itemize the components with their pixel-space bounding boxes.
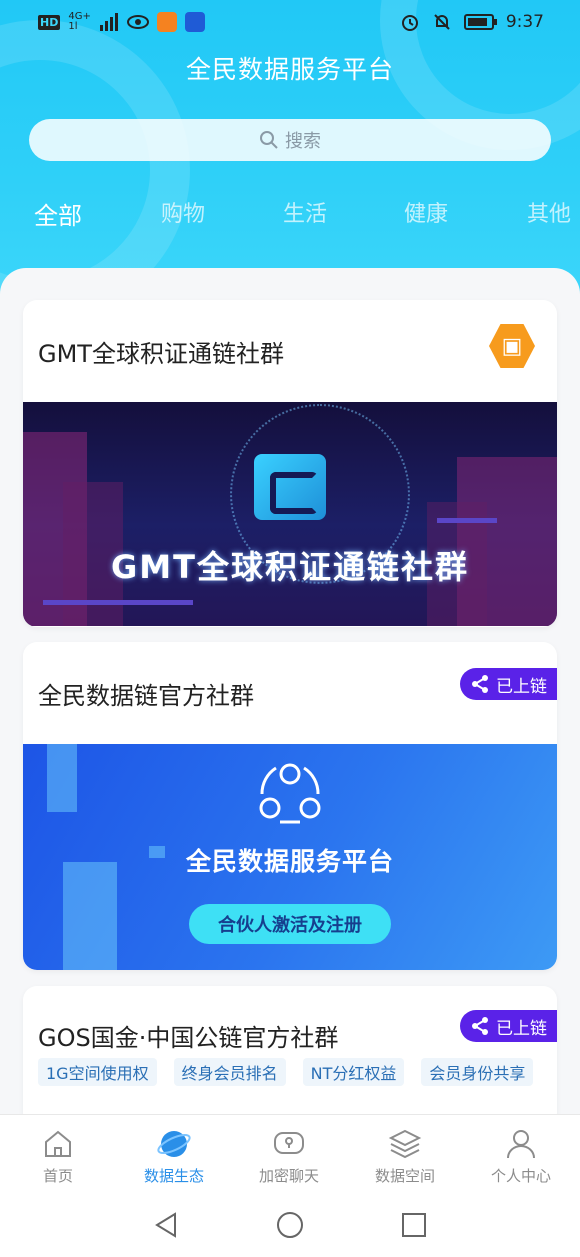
nav-label: 首页 xyxy=(42,1167,73,1185)
card-title: 全民数据链官方社群 xyxy=(38,682,254,710)
recents-icon[interactable] xyxy=(399,1210,429,1240)
partner-register-button[interactable]: 合伙人激活及注册 xyxy=(189,904,391,944)
app-notification-icon xyxy=(156,12,177,32)
status-right: 9:37 xyxy=(400,12,544,32)
nav-label: 个人中心 xyxy=(490,1167,551,1185)
tab-health[interactable]: 健康 xyxy=(404,196,448,228)
on-chain-label: 已上链 xyxy=(496,676,547,697)
chat-lock-icon xyxy=(274,1132,304,1154)
banner-decoration xyxy=(63,862,117,970)
clock: 9:37 xyxy=(505,12,544,32)
nav-encrypted-chat[interactable]: 加密聊天 xyxy=(234,1127,344,1186)
video-app-icon xyxy=(184,12,205,32)
hd-indicator: HD xyxy=(38,14,61,30)
layers-icon xyxy=(388,1129,422,1159)
tab-other[interactable]: 其他 xyxy=(527,196,571,228)
banner-text: GMT全球积证通链社群 xyxy=(111,548,469,586)
card-title: GMT全球积证通链社群 xyxy=(38,340,284,368)
community-card[interactable]: GMT全球积证通链社群 ▣ GMT全球积证通链社群 xyxy=(23,300,557,627)
status-bar: HD 4G+ 1l 9:37 xyxy=(0,0,580,48)
tab-all[interactable]: 全部 xyxy=(34,196,82,231)
page-title: 全民数据服务平台 xyxy=(185,55,394,84)
gmt-logo-icon xyxy=(254,454,326,520)
card-banner: GMT全球积证通链社群 xyxy=(23,402,557,626)
feature-tag: 1G空间使用权 xyxy=(38,1058,157,1086)
eye-icon xyxy=(126,15,149,29)
share-nodes-icon xyxy=(472,1017,488,1035)
back-icon[interactable] xyxy=(151,1210,181,1240)
search-input[interactable]: 搜索 xyxy=(29,119,551,161)
bottom-navigation: 首页 数据生态 加密聊天 数据空间 个人中心 xyxy=(0,1114,580,1194)
nav-label: 数据生态 xyxy=(143,1167,204,1185)
network-type: 4G+ 1l xyxy=(68,12,91,32)
planet-icon xyxy=(157,1131,191,1157)
battery-icon xyxy=(463,14,497,30)
nav-label: 数据空间 xyxy=(374,1167,435,1185)
home-circle-icon[interactable] xyxy=(275,1210,305,1240)
share-nodes-icon xyxy=(472,675,488,693)
feature-tag: 会员身份共享 xyxy=(421,1058,534,1086)
user-icon xyxy=(507,1130,535,1159)
nav-label: 加密聊天 xyxy=(258,1167,319,1185)
community-card[interactable]: GOS国金·中国公链官方社群 已上链 1G空间使用权 终身会员排名 NT分红权益… xyxy=(23,986,557,1114)
banner-decoration xyxy=(437,518,497,523)
banner-decoration xyxy=(43,600,193,605)
nav-home[interactable]: 首页 xyxy=(3,1127,113,1186)
community-logo-icon xyxy=(259,763,321,824)
search-placeholder: 搜索 xyxy=(285,131,321,152)
nav-data-ecology[interactable]: 数据生态 xyxy=(119,1127,229,1186)
banner-title: 全民数据服务平台 xyxy=(185,847,394,876)
category-tabs: 全部 购物 生活 健康 其他 xyxy=(0,196,580,236)
signal-icon xyxy=(99,13,118,31)
card-tags: 1G空间使用权 终身会员排名 NT分红权益 会员身份共享 xyxy=(38,1058,534,1086)
feature-tag: 终身会员排名 xyxy=(173,1058,286,1086)
feature-tag: NT分红权益 xyxy=(302,1058,405,1086)
tab-shopping[interactable]: 购物 xyxy=(161,196,205,228)
nav-data-space[interactable]: 数据空间 xyxy=(350,1127,460,1186)
on-chain-label: 已上链 xyxy=(496,1018,547,1039)
nav-personal-center[interactable]: 个人中心 xyxy=(466,1127,576,1186)
on-chain-badge: 已上链 xyxy=(460,1010,557,1042)
home-icon xyxy=(45,1130,71,1157)
card-banner: 全民数据服务平台 合伙人激活及注册 xyxy=(23,744,557,970)
hexagon-app-icon: ▣ xyxy=(489,324,535,368)
tab-life[interactable]: 生活 xyxy=(283,196,327,228)
card-title: GOS国金·中国公链官方社群 xyxy=(38,1024,339,1052)
system-navigation-bar xyxy=(0,1194,580,1257)
status-left: HD 4G+ 1l xyxy=(38,12,205,32)
alarm-icon xyxy=(401,15,418,31)
community-card[interactable]: 全民数据链官方社群 已上链 全民数据服务平台 合伙人激活及注册 xyxy=(23,642,557,970)
banner-decoration xyxy=(47,744,77,812)
network-sub-label: 1l xyxy=(68,21,78,32)
search-icon xyxy=(260,131,278,149)
community-list: GMT全球积证通链社群 ▣ GMT全球积证通链社群 全民数据链官方社群 已上链 xyxy=(0,268,580,1114)
mute-bell-icon xyxy=(434,14,450,30)
on-chain-badge: 已上链 xyxy=(460,668,557,700)
